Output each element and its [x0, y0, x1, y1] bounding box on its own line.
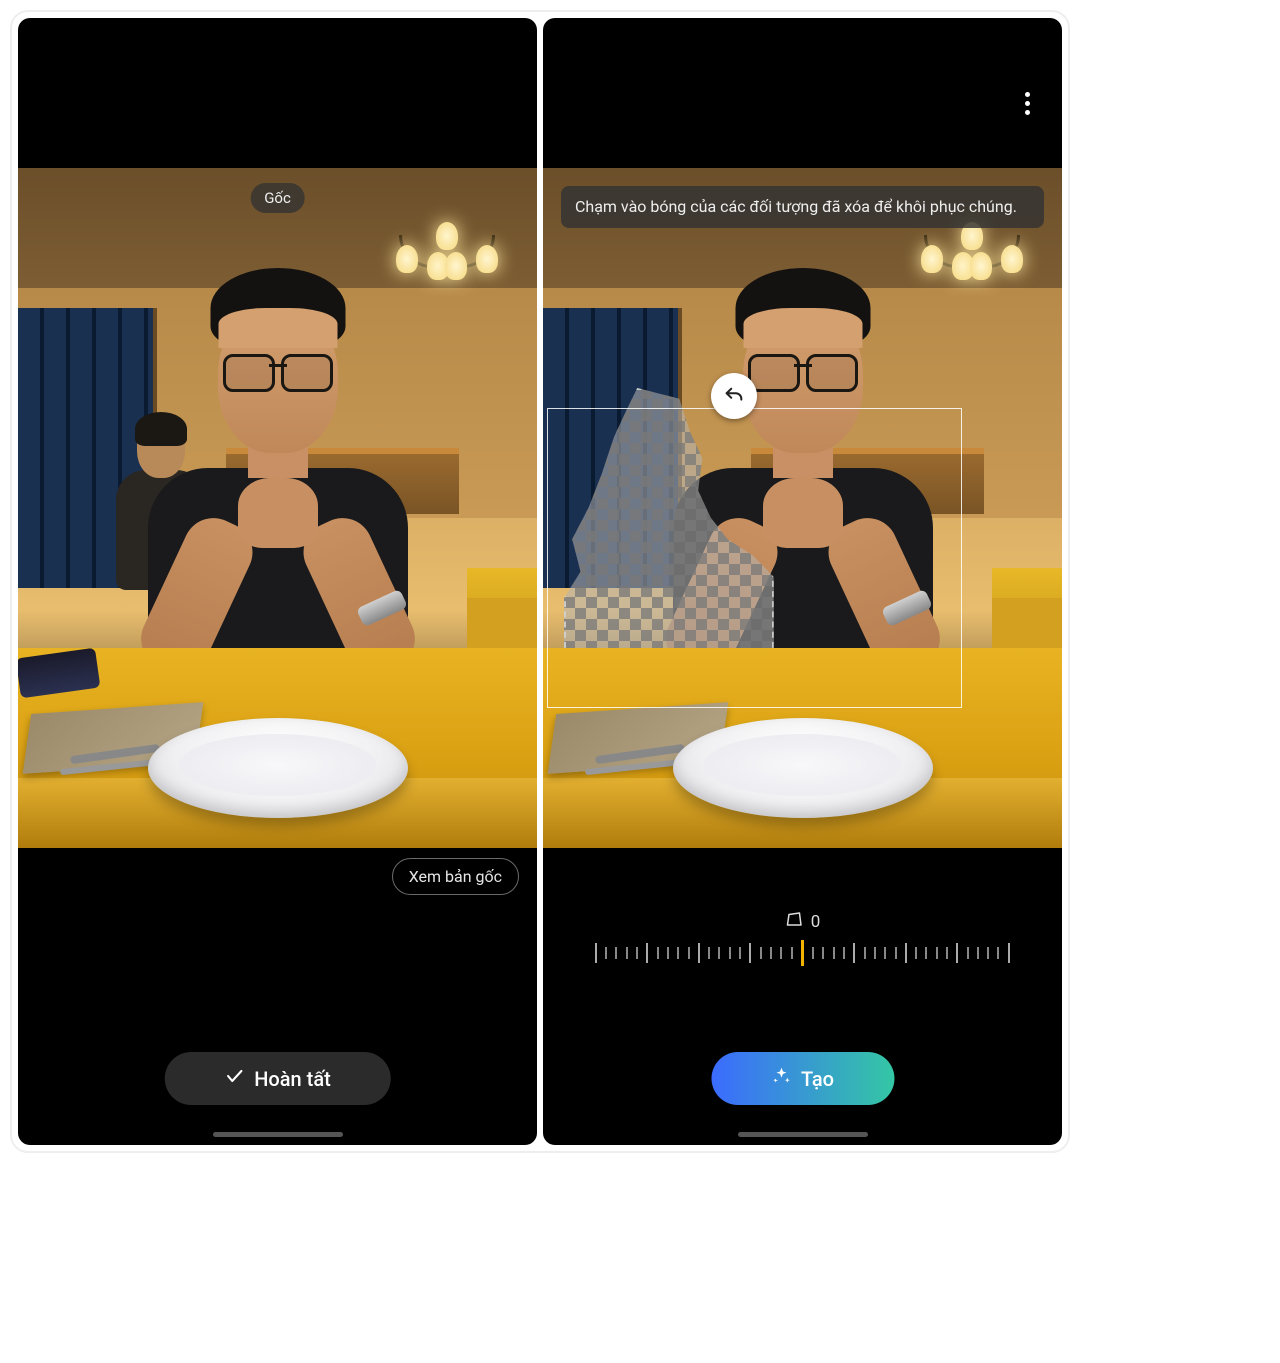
view-original-button[interactable]: Xem bản gốc: [392, 858, 519, 895]
subject-person: [138, 308, 418, 678]
phone-screen-right: Chạm vào bóng của các đối tượng đã xóa đ…: [543, 18, 1062, 1145]
adjust-slider[interactable]: 0: [595, 938, 1010, 968]
bottom-toolbar-right: 0 Tạo: [543, 848, 1062, 1145]
home-indicator: [213, 1132, 343, 1137]
home-indicator: [738, 1132, 868, 1137]
more-options-button[interactable]: [1012, 88, 1042, 118]
slider-value: 0: [811, 912, 821, 932]
create-button[interactable]: Tạo: [711, 1052, 894, 1105]
undo-icon: [723, 385, 745, 407]
comparison-frame: Gốc Xem bản gốc Hoàn tất: [10, 10, 1070, 1153]
chandelier-graphic: [402, 198, 492, 288]
phone-screen-left: Gốc Xem bản gốc Hoàn tất: [18, 18, 537, 1145]
sparkle-icon: [771, 1066, 791, 1091]
done-button-label: Hoàn tất: [254, 1067, 331, 1091]
photo-canvas-editing[interactable]: [543, 168, 1062, 848]
bottom-toolbar-left: Xem bản gốc Hoàn tất: [18, 848, 537, 1145]
restore-tooltip: Chạm vào bóng của các đối tượng đã xóa đ…: [561, 186, 1044, 228]
undo-button[interactable]: [711, 373, 757, 419]
original-chip: Gốc: [250, 183, 305, 213]
create-button-label: Tạo: [801, 1067, 834, 1091]
done-button[interactable]: Hoàn tất: [164, 1052, 391, 1105]
perspective-icon: [785, 910, 803, 933]
check-icon: [224, 1066, 244, 1091]
photo-canvas-original[interactable]: [18, 168, 537, 848]
